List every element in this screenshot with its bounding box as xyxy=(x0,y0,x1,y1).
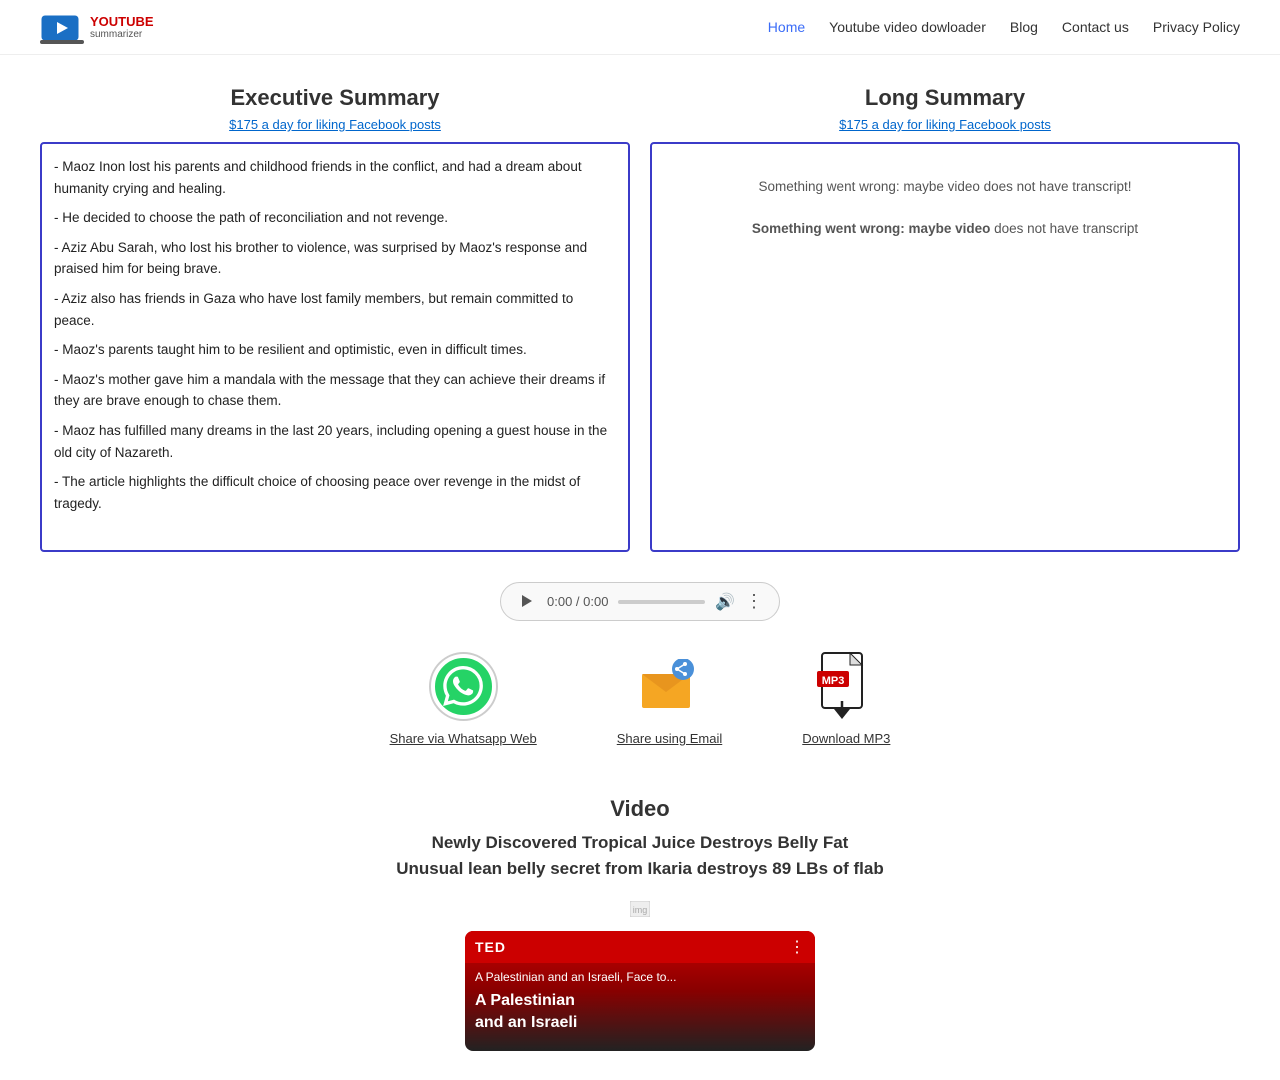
mp3-icon: MP3 xyxy=(814,651,879,721)
header: YOUTUBE summarizer Home Youtube video do… xyxy=(0,0,1280,55)
whatsapp-icon xyxy=(431,654,496,719)
long-summary-error2-rest: does not have transcript xyxy=(990,221,1138,236)
executive-summary-title: Executive Summary xyxy=(40,85,630,111)
video-thumbnail-main-title: A Palestinianand an Israeli xyxy=(475,990,676,1035)
svg-text:MP3: MP3 xyxy=(822,675,845,687)
audio-area: 0:00 / 0:00 🔊 ⋮ xyxy=(40,582,1240,621)
video-thumbnail-subtitle: A Palestinian and an Israeli, Face to...… xyxy=(465,963,686,1041)
summaries-container: Executive Summary $175 a day for liking … xyxy=(40,85,1240,552)
email-icon xyxy=(637,659,702,714)
long-summary-title: Long Summary xyxy=(650,85,1240,111)
audio-progress-bar[interactable] xyxy=(618,600,705,604)
audio-time: 0:00 / 0:00 xyxy=(547,594,608,609)
play-button[interactable] xyxy=(517,592,537,612)
ted-logo: TED xyxy=(475,939,506,955)
audio-player[interactable]: 0:00 / 0:00 🔊 ⋮ xyxy=(500,582,780,621)
volume-icon[interactable]: 🔊 xyxy=(715,592,735,612)
long-summary-error2: Something went wrong: maybe video does n… xyxy=(664,218,1226,240)
nav-blog[interactable]: Blog xyxy=(1010,19,1038,35)
long-summary-col: Long Summary $175 a day for liking Faceb… xyxy=(650,85,1240,552)
executive-summary-col: Executive Summary $175 a day for liking … xyxy=(40,85,630,552)
nav-downloader[interactable]: Youtube video dowloader xyxy=(829,19,986,35)
nav-home[interactable]: Home xyxy=(768,19,805,35)
whatsapp-share-item[interactable]: Share via Whatsapp Web xyxy=(390,651,537,746)
video-section: Video Newly Discovered Tropical Juice De… xyxy=(0,796,1280,1051)
nav-privacy[interactable]: Privacy Policy xyxy=(1153,19,1240,35)
video-thumbnail-header: TED ⋮ xyxy=(465,931,815,963)
share-section: Share via Whatsapp Web xyxy=(40,651,1240,746)
logo: YOUTUBE summarizer xyxy=(40,12,154,42)
audio-more-icon[interactable]: ⋮ xyxy=(745,591,763,612)
mp3-icon-wrap: MP3 xyxy=(811,651,881,721)
logo-sub: summarizer xyxy=(90,29,154,40)
long-summary-ad[interactable]: $175 a day for liking Facebook posts xyxy=(650,117,1240,132)
logo-text-block: YOUTUBE summarizer xyxy=(90,14,154,41)
video-small-image: img xyxy=(40,901,1240,921)
whatsapp-icon-wrap xyxy=(428,651,498,721)
mp3-download-item[interactable]: MP3 Download MP3 xyxy=(802,651,890,746)
video-headline: Newly Discovered Tropical Juice Destroys… xyxy=(40,830,1240,881)
svg-text:img: img xyxy=(633,905,648,915)
video-thumbnail[interactable]: TED ⋮ A Palestinian and an Israeli, Face… xyxy=(465,931,815,1051)
executive-summary-ad[interactable]: $175 a day for liking Facebook posts xyxy=(40,117,630,132)
video-dots-icon[interactable]: ⋮ xyxy=(789,937,805,957)
long-summary-error1: Something went wrong: maybe video does n… xyxy=(664,176,1226,198)
long-summary-error2-bold: Something went wrong: maybe video xyxy=(752,221,991,236)
video-section-label: Video xyxy=(40,796,1240,822)
email-icon-wrap xyxy=(635,651,705,721)
long-summary-box[interactable]: Something went wrong: maybe video does n… xyxy=(650,142,1240,552)
logo-brand: YOUTUBE xyxy=(90,14,154,30)
executive-summary-box[interactable]: - Maoz Inon lost his parents and childho… xyxy=(40,142,630,552)
email-share-label[interactable]: Share using Email xyxy=(617,731,723,746)
mp3-download-label[interactable]: Download MP3 xyxy=(802,731,890,746)
main-nav: Home Youtube video dowloader Blog Contac… xyxy=(768,19,1240,35)
logo-icon xyxy=(40,12,84,42)
email-share-item[interactable]: Share using Email xyxy=(617,651,723,746)
nav-contact[interactable]: Contact us xyxy=(1062,19,1129,35)
whatsapp-share-label[interactable]: Share via Whatsapp Web xyxy=(390,731,537,746)
main-content: Executive Summary $175 a day for liking … xyxy=(0,55,1280,796)
